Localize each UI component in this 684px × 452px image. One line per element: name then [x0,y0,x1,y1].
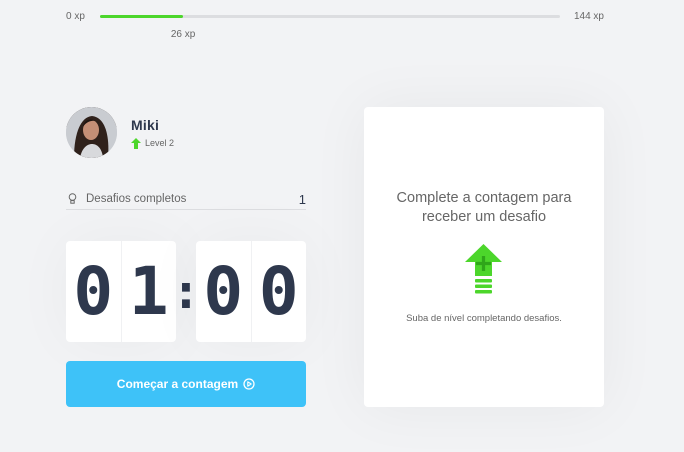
completed-challenges: Desafios completos 1 [66,191,306,210]
profile-level-label: Level 2 [145,138,175,148]
profile-level: Level 2 [131,137,175,149]
minute-digit-left: 0 [66,241,122,342]
challenge-box-title-line1: Complete a contagem para [396,190,572,206]
xp-max-label: 144 xp [573,11,604,22]
countdown-minutes: 0 1 [66,241,176,342]
challenge-box-hint: Suba de nível completando desafios. [406,313,562,324]
minute-digit-right: 1 [128,253,169,330]
second-digit-left: 0 [196,241,252,342]
avatar [66,107,117,158]
start-countdown-button[interactable]: Começar a contagem [66,361,306,407]
challenge-box: Complete a contagem para receber um desa… [364,107,604,407]
profile-info: Miki Level 2 [131,117,174,149]
level-up-arrow-icon [131,137,141,149]
challenge-box-title: Complete a contagem para receber um desa… [374,189,594,227]
xp-progress-fill [100,15,184,18]
completed-challenges-label: Desafios completos [86,193,187,205]
profile: Miki Level 2 [66,107,174,158]
completed-challenges-count: 1 [298,192,306,207]
xp-track: 26 xp [100,15,560,40]
second-digit-right: 0 [258,253,299,330]
experience-bar: 0 xp 26 xp 144 xp [66,9,604,40]
countdown-separator: : [171,263,201,320]
xp-min-label: 0 xp [66,11,85,22]
xp-current-label: 26 xp [170,29,196,40]
countdown-seconds: 0 0 [196,241,306,342]
lightbulb-icon [68,193,77,204]
challenge-box-title-line2: receber um desafio [421,209,547,225]
play-circle-icon [243,378,255,390]
profile-name: Miki [131,116,160,133]
start-countdown-label: Começar a contagem [116,377,239,391]
level-up-icon [465,244,502,294]
countdown: 0 1 : 0 0 [66,241,306,342]
